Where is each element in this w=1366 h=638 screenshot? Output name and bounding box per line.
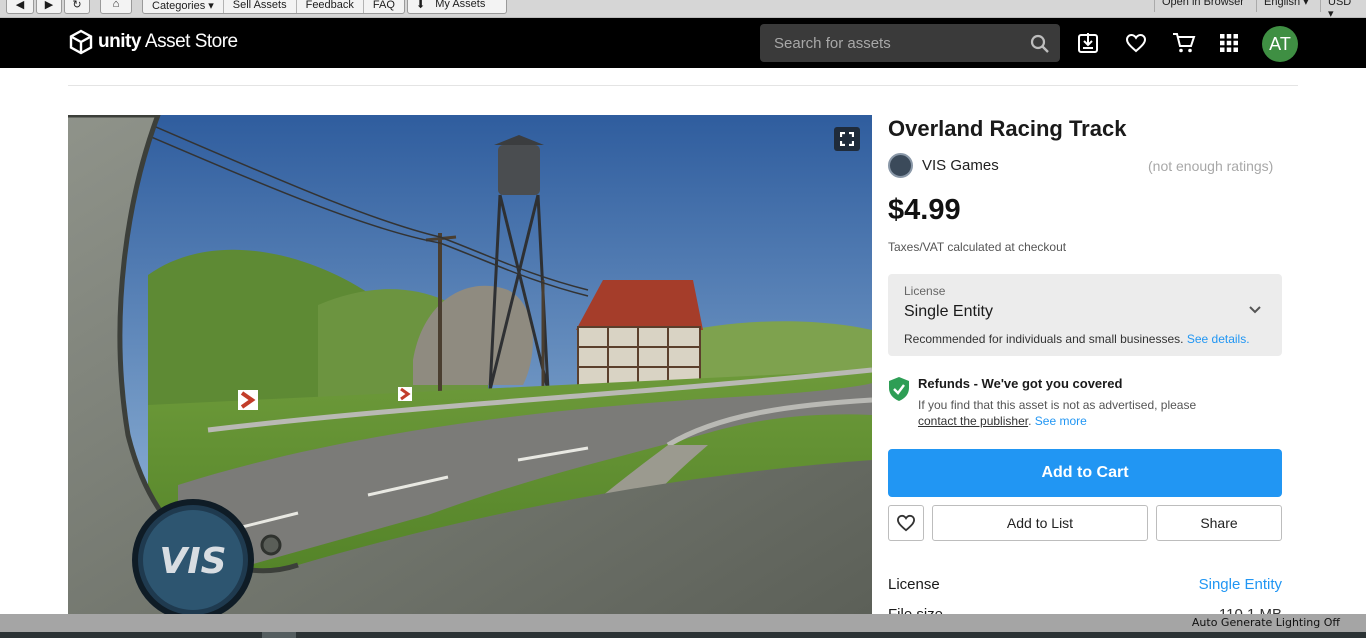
logo-store: Asset Store xyxy=(144,31,238,52)
currency-dropdown[interactable]: USD ▾ xyxy=(1320,0,1366,20)
product-hero-image[interactable]: VIS xyxy=(68,115,872,615)
contact-publisher-link[interactable]: contact the publisher xyxy=(918,414,1028,428)
unity-cube-icon xyxy=(69,29,93,55)
svg-text:VIS: VIS xyxy=(159,541,226,582)
add-to-cart-button[interactable]: Add to Cart xyxy=(888,449,1282,497)
cart-icon[interactable] xyxy=(1172,32,1196,54)
apps-grid-icon[interactable] xyxy=(1219,33,1239,53)
home-button[interactable]: ⌂ xyxy=(100,0,132,14)
browser-toolbar: ◀ ▶ ↻ ⌂ Categories ▾ Sell Assets Feedbac… xyxy=(0,0,1366,20)
shield-check-icon xyxy=(889,377,909,401)
language-dropdown[interactable]: English ▾ xyxy=(1256,0,1316,12)
my-assets-label: My Assets xyxy=(435,0,486,10)
my-assets-button[interactable]: ⬇ My Assets xyxy=(407,0,507,14)
refund-links: contact the publisher. See more xyxy=(918,414,1087,428)
toolbar-menu-group: Categories ▾ Sell Assets Feedback FAQ xyxy=(142,0,405,14)
refund-text: If you find that this asset is not as ad… xyxy=(918,398,1197,412)
editor-status-bar: Auto Generate Lighting Off xyxy=(0,614,1366,638)
store-header: unity Asset Store AT xyxy=(0,18,1366,68)
see-details-link[interactable]: See details. xyxy=(1187,332,1250,346)
back-arrow-icon: ◀ xyxy=(15,0,25,11)
downloads-icon[interactable] xyxy=(1077,32,1099,54)
product-price: $4.99 xyxy=(888,194,961,226)
fullscreen-button[interactable] xyxy=(834,127,860,151)
download-icon: ⬇ xyxy=(416,0,426,11)
publisher-logo[interactable] xyxy=(888,153,913,178)
sell-assets-link[interactable]: Sell Assets xyxy=(224,0,297,13)
refund-period: . xyxy=(1028,414,1032,428)
license-value: Single Entity xyxy=(904,303,993,320)
categories-menu[interactable]: Categories ▾ xyxy=(143,0,224,13)
publisher-name[interactable]: VIS Games xyxy=(922,157,999,174)
license-selector[interactable]: License Single Entity Recommended for in… xyxy=(888,274,1282,356)
user-avatar[interactable]: AT xyxy=(1262,26,1298,62)
status-bar-strip xyxy=(0,632,1366,638)
fullscreen-icon xyxy=(840,132,854,146)
status-text: Auto Generate Lighting Off xyxy=(1191,616,1340,629)
ratings-text: (not enough ratings) xyxy=(1148,158,1274,174)
reload-icon: ↻ xyxy=(72,0,82,11)
add-to-list-button[interactable]: Add to List xyxy=(932,505,1148,541)
license-description-text: Recommended for individuals and small bu… xyxy=(904,332,1184,346)
tax-note: Taxes/VAT calculated at checkout xyxy=(888,240,1067,254)
refund-title: Refunds - We've got you covered xyxy=(918,376,1123,391)
spec-license-label: License xyxy=(888,576,940,593)
home-icon: ⌂ xyxy=(112,0,120,10)
faq-link[interactable]: FAQ xyxy=(364,0,404,13)
reload-button[interactable]: ↻ xyxy=(64,0,90,14)
open-in-browser-button[interactable]: Open in Browser xyxy=(1154,0,1251,12)
breadcrumb-divider xyxy=(68,85,1298,86)
product-title: Overland Racing Track xyxy=(888,116,1127,141)
wishlist-button[interactable] xyxy=(888,505,924,541)
chevron-down-icon xyxy=(1249,306,1261,314)
back-button[interactable]: ◀ xyxy=(6,0,34,14)
logo-word: unity xyxy=(98,31,141,52)
license-description: Recommended for individuals and small bu… xyxy=(904,332,1250,346)
forward-button[interactable]: ▶ xyxy=(36,0,62,14)
license-label: License xyxy=(904,284,946,298)
spec-license-value[interactable]: Single Entity xyxy=(1199,576,1282,593)
search-icon[interactable] xyxy=(1030,34,1050,54)
status-bar-tab xyxy=(262,632,296,638)
unity-asset-store-logo[interactable]: unity Asset Store xyxy=(68,29,238,55)
forward-arrow-icon: ▶ xyxy=(44,0,54,11)
racing-track-scene-image: VIS xyxy=(68,115,872,615)
wishlist-heart-icon[interactable] xyxy=(1125,32,1147,54)
see-more-link[interactable]: See more xyxy=(1035,414,1087,428)
search-input[interactable] xyxy=(760,24,1060,62)
heart-icon xyxy=(896,514,916,532)
share-button[interactable]: Share xyxy=(1156,505,1282,541)
feedback-link[interactable]: Feedback xyxy=(297,0,364,13)
